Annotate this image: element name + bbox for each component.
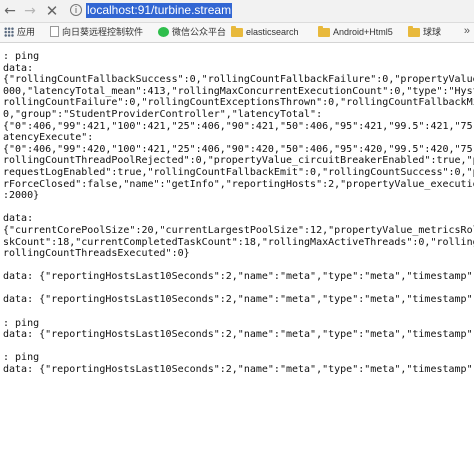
file-icon: [50, 26, 59, 37]
stream-line: :2000}: [3, 190, 40, 202]
stream-line: {"currentCorePoolSize":20,"currentLarges…: [3, 224, 474, 236]
stream-line: [3, 260, 474, 272]
stream-line: data:: [3, 213, 34, 225]
back-arrow-icon[interactable]: ←: [2, 3, 18, 19]
stream-line: data: {"reportingHostsLast10Seconds":2,"…: [3, 329, 474, 341]
wechat-icon: [158, 27, 169, 37]
folder-icon: [231, 26, 243, 37]
stream-line: data:: [3, 62, 34, 74]
stream-line: rollingCountThreadsExecuted":0}: [3, 248, 190, 260]
stream-line: : ping: [3, 51, 40, 62]
bookmark-apps[interactable]: 应用: [4, 26, 35, 39]
stream-line: requestLogEnabled":true,"rollingCountFal…: [3, 166, 474, 178]
more-bookmarks-icon[interactable]: »: [464, 25, 470, 37]
stream-line: 000,"latencyTotal_mean":413,"rollingMaxC…: [3, 85, 474, 97]
address-bar-url[interactable]: localhost:91/turbine.stream: [86, 3, 233, 18]
bookmark-item-qiuqiu[interactable]: 球球: [408, 26, 441, 39]
stream-line: {"0":406,"99":421,"100":421,"25":406,"90…: [3, 120, 474, 132]
bookmark-item-wechat[interactable]: 微信公众平台: [158, 26, 226, 39]
stream-line: : ping: [3, 317, 40, 329]
stream-line: [3, 341, 474, 353]
stream-line: [3, 283, 474, 295]
stream-line: {"0":406,"99":420,"100":421,"25":406,"90…: [3, 143, 474, 155]
stream-line: atencyExecute":: [3, 132, 94, 144]
stream-line: {"rollingCountFallbackSuccess":0,"rollin…: [3, 74, 474, 86]
folder-icon: [408, 26, 420, 37]
bookmark-label: elasticsearch: [246, 27, 299, 37]
site-info-icon[interactable]: i: [70, 4, 82, 16]
stream-line: data: {"reportingHostsLast10Seconds":2,"…: [3, 294, 474, 306]
bookmark-label: 微信公众平台: [172, 27, 227, 37]
bookmarks-bar: 应用 向日葵远程控制软件 微信公众平台 elasticsearch Androi…: [0, 23, 474, 43]
stop-loading-icon[interactable]: ✕: [44, 3, 60, 19]
stream-line: rollingCountThreadPoolRejected":0,"prope…: [3, 155, 474, 167]
stream-line: rForceClosed":false,"name":"getInfo","re…: [3, 178, 474, 190]
stream-line: [3, 202, 474, 214]
browser-toolbar: ← → ✕ i localhost:91/turbine.stream: [0, 0, 474, 23]
stream-line: [3, 306, 474, 318]
folder-icon: [318, 26, 330, 37]
stream-line: skCount":18,"currentCompletedTaskCount":…: [3, 236, 474, 248]
apps-grid-icon: [4, 27, 14, 37]
stream-line: data: {"reportingHostsLast10Seconds":2,"…: [3, 271, 474, 283]
bookmark-label: Android+Html5: [333, 27, 393, 37]
bookmark-label: 球球: [423, 27, 442, 37]
bookmark-label: 应用: [17, 27, 36, 37]
stream-line: : ping: [3, 352, 40, 364]
bookmark-label: 向日葵远程控制软件: [62, 27, 144, 37]
bookmark-item-sunlogin[interactable]: 向日葵远程控制软件: [50, 26, 143, 39]
forward-arrow-icon[interactable]: →: [22, 3, 38, 19]
bookmark-item-elasticsearch[interactable]: elasticsearch: [231, 26, 299, 39]
stream-line: 0,"group":"StudentProviderController","l…: [3, 108, 323, 120]
bookmark-item-android-html5[interactable]: Android+Html5: [318, 26, 393, 39]
stream-output: : ping data: {"rollingCountFallbackSuccess…: [3, 51, 474, 458]
stream-line: rollingCountFailure":0,"rollingCountExce…: [3, 97, 474, 109]
stream-line: data: {"reportingHostsLast10Seconds":2,"…: [3, 364, 474, 376]
